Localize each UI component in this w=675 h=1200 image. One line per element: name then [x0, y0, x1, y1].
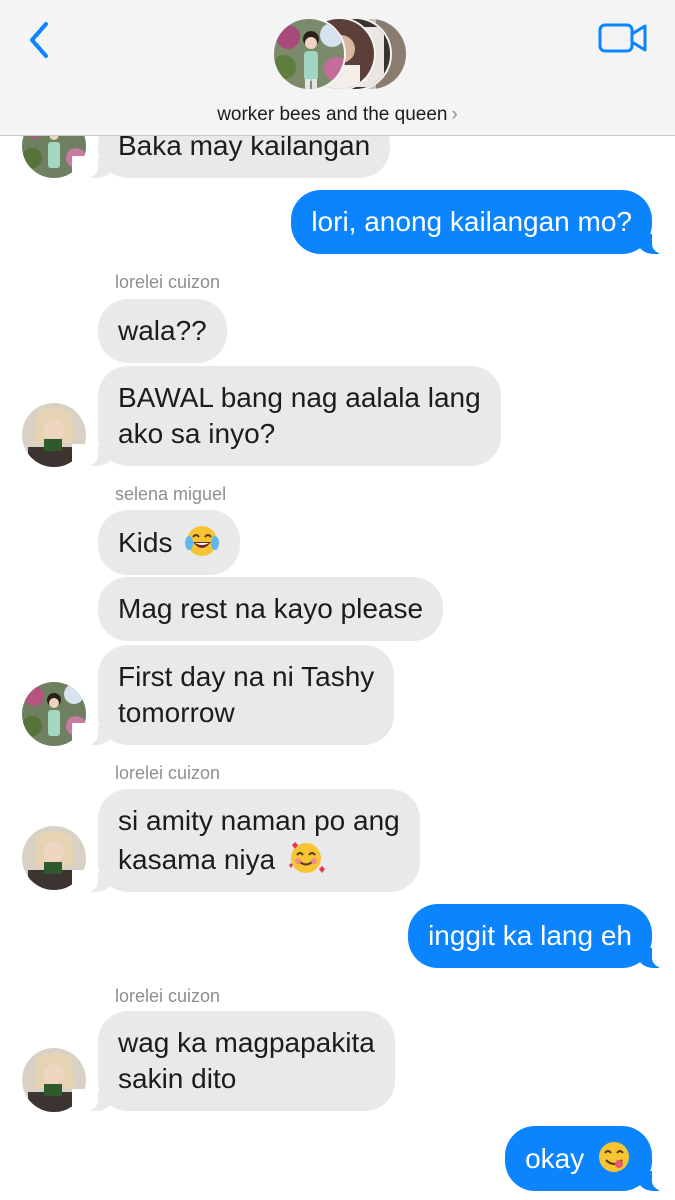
message-text-line: ako sa inyo? [118, 418, 276, 449]
message-text: okay [525, 1143, 585, 1174]
facetime-button[interactable] [598, 20, 648, 56]
chevron-right-icon: › [451, 104, 458, 125]
message-text-line: sakin dito [118, 1063, 237, 1094]
sender-name: lorelei cuizon [115, 986, 221, 1006]
face-with-tears-of-joy-emoji [185, 526, 220, 556]
group-title[interactable]: worker bees and the queen › [0, 104, 675, 126]
sender-name: lorelei cuizon [115, 763, 221, 783]
message-bubble-outgoing[interactable]: okay [505, 1126, 675, 1191]
back-button[interactable] [22, 18, 62, 62]
sender-name: lorelei cuizon [115, 272, 221, 292]
message-text: inggit ka lang eh [428, 920, 632, 951]
message-bubble-incoming[interactable]: si amity naman po ang kasama niya [72, 789, 420, 892]
message-bubble-incoming[interactable]: BAWAL bang nag aalala lang ako sa inyo? [72, 366, 501, 466]
message-text-line: tomorrow [118, 697, 235, 728]
message-bubble-outgoing[interactable]: lori, anong kailangan mo? [291, 190, 675, 254]
message-text: wala?? [118, 315, 207, 346]
message-text-line: si amity naman po ang [118, 805, 400, 836]
message-bubble-incoming[interactable]: wag ka magpapakita sakin dito [72, 1011, 395, 1111]
group-title-text: worker bees and the queen [217, 104, 448, 125]
smiling-face-with-hearts-emoji [288, 842, 325, 873]
conversation-header: worker bees and the queen › [0, 0, 675, 136]
message-bubble-incoming[interactable]: Mag rest na kayo please [98, 577, 444, 641]
message-text: lori, anong kailangan mo? [311, 206, 632, 237]
chevron-left-icon [30, 22, 48, 58]
group-member-avatar [272, 17, 346, 91]
group-avatar-stack[interactable] [272, 17, 408, 93]
message-bubble-incoming[interactable]: wala?? [98, 299, 227, 363]
message-text-line: First day na ni Tashy [118, 661, 375, 692]
message-text: Mag rest na kayo please [118, 593, 424, 624]
message-text: Kids [118, 527, 173, 558]
message-bubble-incoming[interactable]: Kids [98, 510, 241, 575]
message-text-line: wag ka magpapakita [118, 1027, 375, 1058]
video-camera-icon [598, 23, 647, 53]
message-bubble-outgoing[interactable]: inggit ka lang eh [408, 904, 675, 968]
message-text-line: kasama niya [118, 844, 276, 875]
message-text-line: BAWAL bang nag aalala lang [118, 382, 481, 413]
sender-name: selena miguel [115, 484, 227, 504]
message-bubble-incoming[interactable]: First day na ni Tashy tomorrow [71, 645, 395, 745]
face-savoring-food-emoji [599, 1142, 629, 1172]
